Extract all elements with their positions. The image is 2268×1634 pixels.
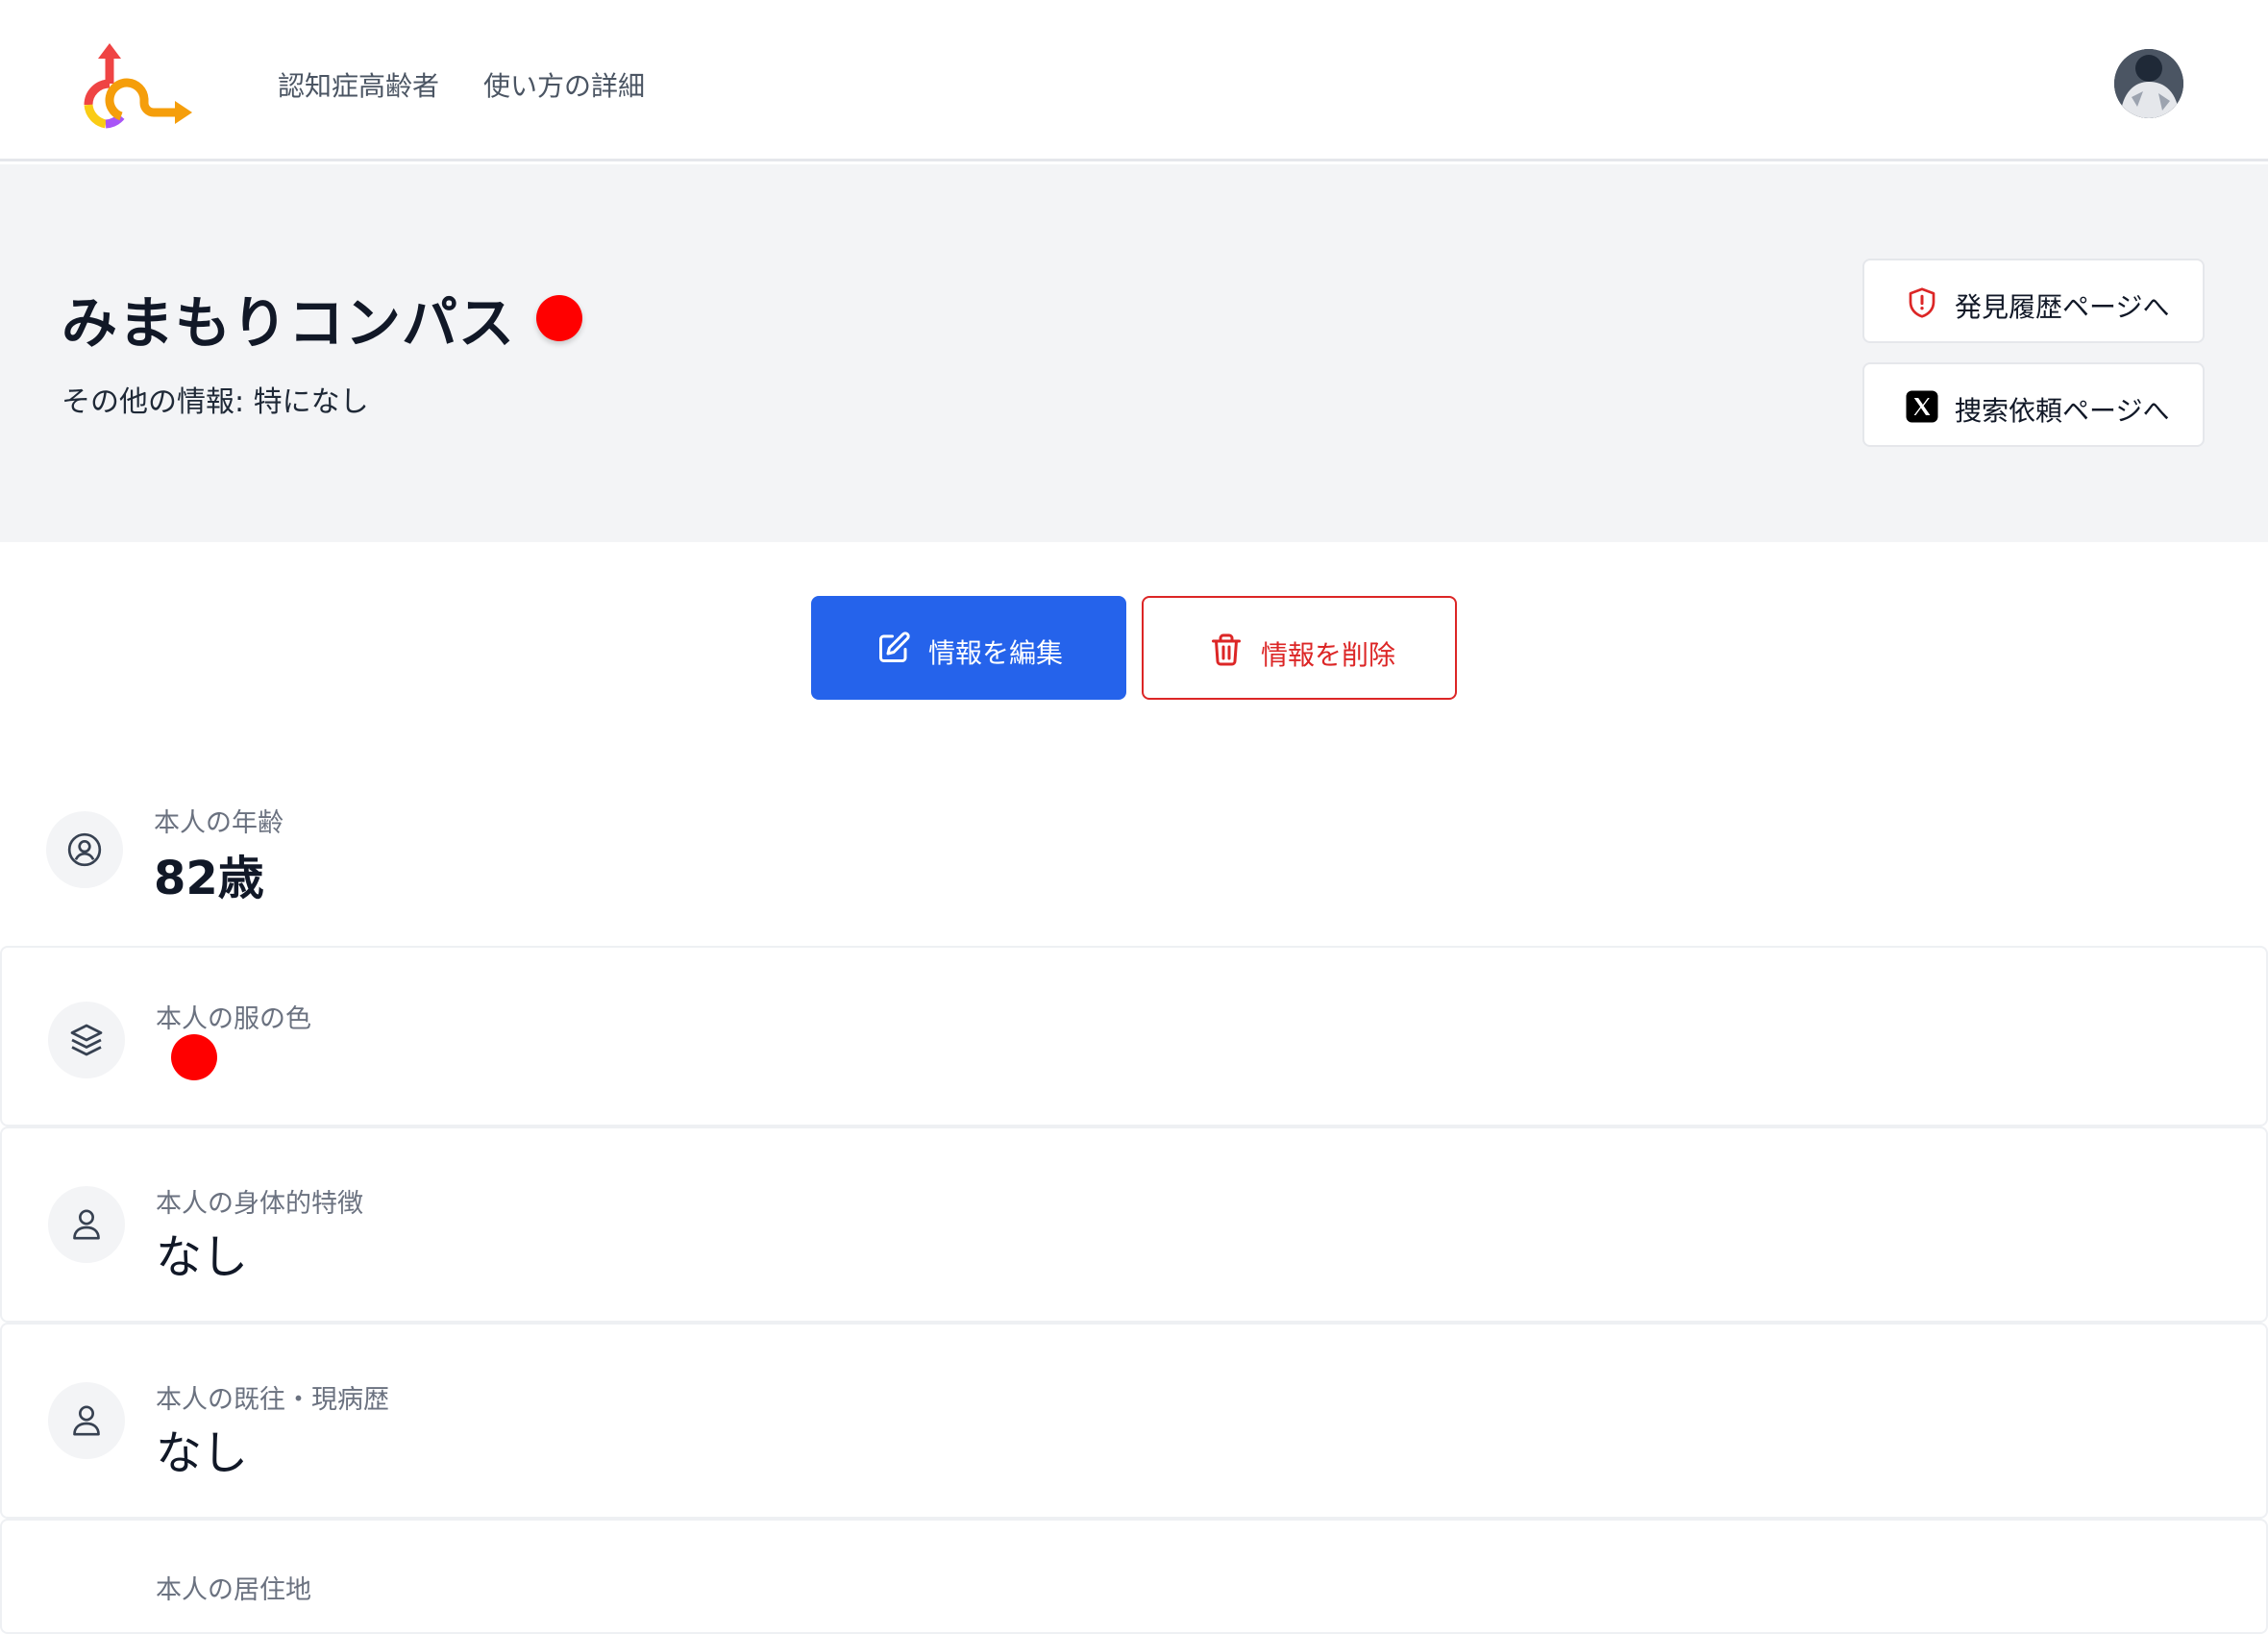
search-request-button[interactable]: 捜索依頼ページへ (1862, 362, 2205, 447)
edit-info-button[interactable]: 情報を編集 (811, 596, 1126, 700)
medical-history-label: 本人の既往・現病歴 (156, 1385, 389, 1415)
edit-icon (879, 631, 910, 662)
clothes-color-label: 本人の服の色 (156, 1004, 311, 1034)
medical-icon-badge (48, 1382, 125, 1459)
avatar-photo-icon (2114, 49, 2183, 118)
residence-label: 本人の居住地 (156, 1575, 311, 1605)
shield-alert-icon (1909, 287, 1935, 318)
logo-icon (84, 43, 192, 129)
profile-header: みまもりコンパス その他の情報: 特になし 発見履歴ページへ 捜索依頼ページへ (0, 164, 2268, 542)
info-row-residence: 本人の居住地 (0, 1519, 2268, 1634)
age-label: 本人の年齢 (154, 808, 284, 838)
user-avatar[interactable] (2114, 49, 2183, 118)
info-row-medical-history: 本人の既往・現病歴 なし (0, 1323, 2268, 1519)
app-logo[interactable] (75, 43, 200, 130)
age-value: 82歳 (154, 852, 264, 905)
edit-info-label: 情報を編集 (928, 637, 1064, 669)
clothes-icon-badge (48, 1002, 125, 1078)
clothes-color-swatch (171, 1034, 217, 1080)
layers-icon (70, 1024, 103, 1056)
top-navbar: 認知症高齢者 使い方の詳細 (0, 0, 2268, 161)
info-row-physical-features: 本人の身体的特徴 なし (0, 1126, 2268, 1323)
info-row-clothes-color: 本人の服の色 (0, 946, 2268, 1126)
user-icon (73, 1209, 100, 1240)
info-row-age: 本人の年齢 82歳 (0, 788, 2268, 932)
status-indicator-dot (536, 295, 582, 341)
physical-features-label: 本人の身体的特徴 (156, 1189, 363, 1219)
user-circle-icon (67, 832, 102, 867)
discovery-history-button[interactable]: 発見履歴ページへ (1862, 259, 2205, 343)
medical-history-value: なし (156, 1426, 249, 1480)
nav-link-dementia-elderly[interactable]: 認知症高齢者 (278, 65, 439, 104)
page-title: みまもりコンパス (62, 290, 516, 356)
x-logo-icon (1906, 390, 1938, 423)
other-info-text: その他の情報: 特になし (62, 385, 369, 419)
age-icon-badge (46, 811, 123, 888)
user-icon (73, 1405, 100, 1436)
nav-link-usage-details[interactable]: 使い方の詳細 (483, 65, 645, 104)
physical-icon-badge (48, 1186, 125, 1263)
physical-features-value: なし (156, 1230, 249, 1284)
search-request-label: 捜索依頼ページへ (1955, 395, 2170, 427)
trash-icon (1212, 633, 1241, 666)
discovery-history-label: 発見履歴ページへ (1955, 291, 2170, 323)
delete-info-label: 情報を削除 (1261, 639, 1396, 671)
delete-info-button[interactable]: 情報を削除 (1142, 596, 1457, 700)
